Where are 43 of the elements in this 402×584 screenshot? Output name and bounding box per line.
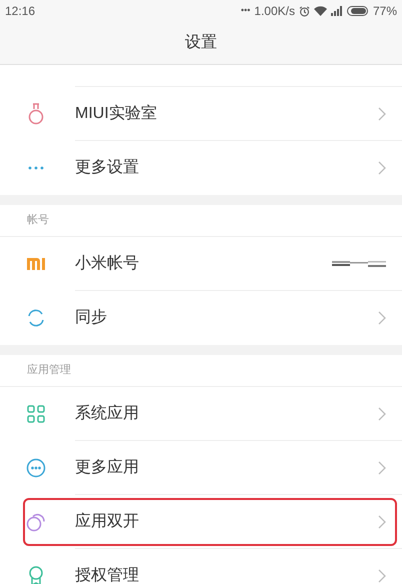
overlapping-circles-icon [26, 512, 46, 532]
item-label: 应用双开 [75, 512, 139, 532]
settings-item[interactable]: 更多设置 [0, 141, 402, 195]
chevron-right-icon [378, 406, 386, 420]
flask-icon [28, 103, 44, 125]
settings-item[interactable]: 应用双开 [0, 495, 402, 549]
chevron-right-icon [378, 106, 386, 120]
chevron-right-icon [378, 311, 386, 325]
section-header: 帐号 [27, 213, 49, 228]
chevron-right-icon [378, 460, 386, 474]
item-label: 同步 [75, 308, 107, 328]
settings-item[interactable]: 小米帐号 [0, 237, 402, 291]
item-label: 更多应用 [75, 458, 139, 478]
settings-item[interactable]: 系统应用 [0, 387, 402, 441]
signal-icon [330, 6, 343, 16]
settings-item[interactable]: MIUI实验室 [0, 87, 402, 141]
alarm-icon [298, 6, 310, 16]
settings-item[interactable]: 授权管理 [0, 549, 402, 584]
item-label: MIUI实验室 [75, 104, 157, 124]
battery-percent: 77% [372, 3, 397, 20]
section-header: 应用管理 [27, 362, 71, 378]
more-dots: ••• [240, 4, 250, 18]
grid-icon [27, 405, 45, 423]
time: 12:16 [5, 3, 36, 20]
more-circle-icon [26, 458, 46, 478]
award-icon [27, 566, 45, 584]
settings-item[interactable]: 更多应用 [0, 441, 402, 495]
chevron-right-icon [378, 161, 386, 175]
page-title: 设置 [185, 33, 217, 53]
sync-icon [26, 308, 46, 328]
mi-logo-icon [27, 258, 45, 270]
chevron-right-icon [378, 514, 386, 528]
chevron-right-icon [378, 569, 386, 583]
item-label: 更多设置 [75, 158, 139, 178]
item-label: 小米帐号 [75, 254, 139, 274]
battery-icon [346, 6, 369, 16]
item-label: 系统应用 [75, 404, 139, 424]
dots-icon [28, 166, 44, 170]
network-speed: 1.00K/s [254, 3, 295, 20]
wifi-icon [314, 6, 327, 16]
redacted-value-drawing [332, 260, 386, 268]
item-label: 授权管理 [75, 566, 139, 584]
settings-item[interactable]: 同步 [0, 291, 402, 345]
